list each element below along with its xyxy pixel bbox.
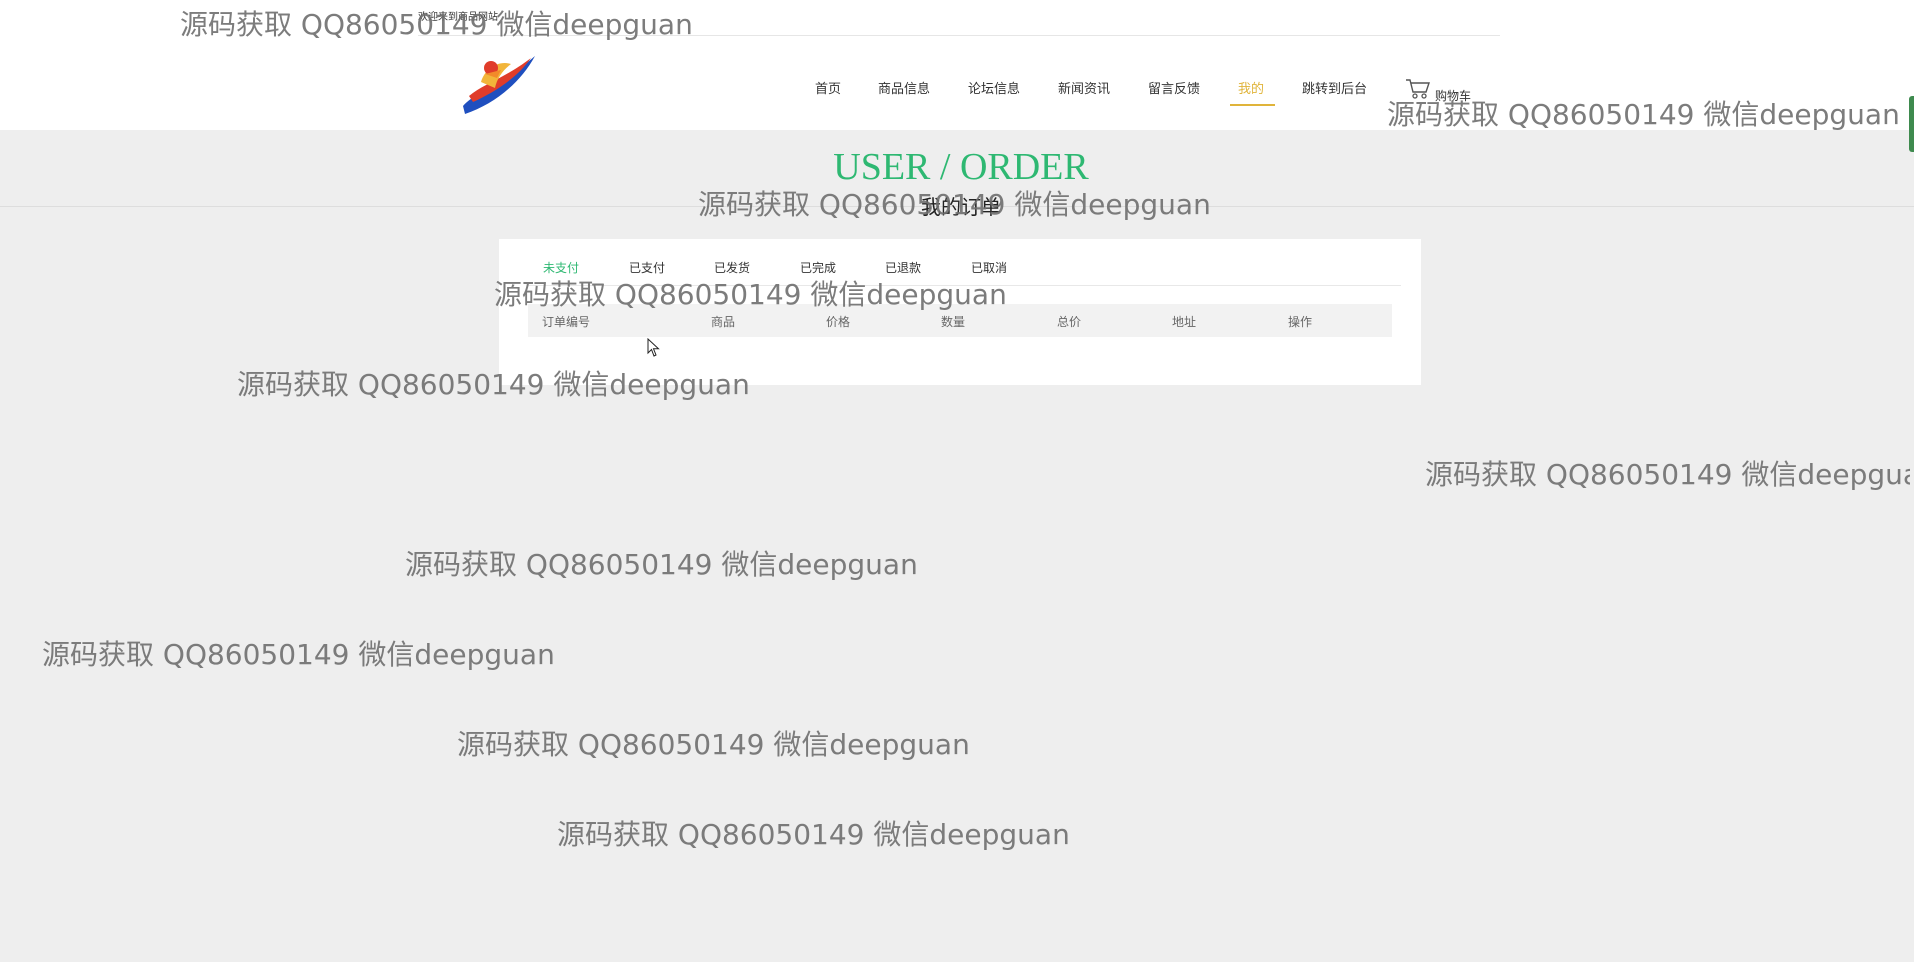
page-title: 我的订单 [921,195,1001,219]
nav-active-indicator [1230,104,1275,106]
nav-products[interactable]: 商品信息 [878,78,930,97]
nav-news[interactable]: 新闻资讯 [1058,78,1110,97]
cart-label: 购物车 [1435,89,1472,103]
tabs-divider [528,285,1401,286]
col-product: 商品 [711,315,736,329]
watermark-text: 源码获取 QQ86050149 微信deepguan [42,638,555,671]
col-total: 总价 [1057,315,1082,329]
tab-shipped[interactable]: 已发货 [714,259,750,276]
mouse-cursor-icon [647,338,660,357]
site-logo[interactable] [455,48,540,118]
col-price: 价格 [826,315,851,329]
cart-icon [1406,79,1430,99]
welcome-text: 欢迎来到商品网站 [418,12,498,23]
watermark-text: 源码获取 QQ86050149 微信deepguan [557,818,1070,851]
tab-cancelled[interactable]: 已取消 [971,259,1007,276]
tab-refunded[interactable]: 已退款 [885,259,921,276]
watermark-text: 源码获取 QQ86050149 微信deepguan [457,728,970,761]
topbar-divider [418,35,1500,36]
tab-paid[interactable]: 已支付 [629,259,665,276]
page-title-english: USER / ORDER [833,146,1089,188]
col-address: 地址 [1172,315,1197,329]
tab-unpaid[interactable]: 未支付 [543,259,579,276]
col-order-number: 订单编号 [542,315,591,329]
site-header: 欢迎来到商品网站 首页 商品信息 论坛信息 新闻资讯 留言反馈 我的 跳转到后台… [0,0,1914,130]
nav-admin[interactable]: 跳转到后台 [1302,78,1367,97]
nav-feedback[interactable]: 留言反馈 [1148,78,1200,97]
tab-completed[interactable]: 已完成 [800,259,836,276]
nav-forum[interactable]: 论坛信息 [968,78,1020,97]
col-quantity: 数量 [941,315,966,329]
nav-home[interactable]: 首页 [815,78,841,97]
order-panel: 未支付 已支付 已发货 已完成 已退款 已取消 订单编号 商品 价格 数量 总价… [499,239,1421,385]
watermark-text: 源码获取 QQ86050149 微信deepguan [1425,458,1910,491]
watermark-text: 源码获取 QQ86050149 微信deepguan [405,548,918,581]
nav-mine[interactable]: 我的 [1238,78,1264,97]
order-table-header: 订单编号 商品 价格 数量 总价 地址 操作 [528,304,1392,337]
col-actions: 操作 [1288,315,1313,329]
side-float-tab[interactable] [1909,96,1914,152]
